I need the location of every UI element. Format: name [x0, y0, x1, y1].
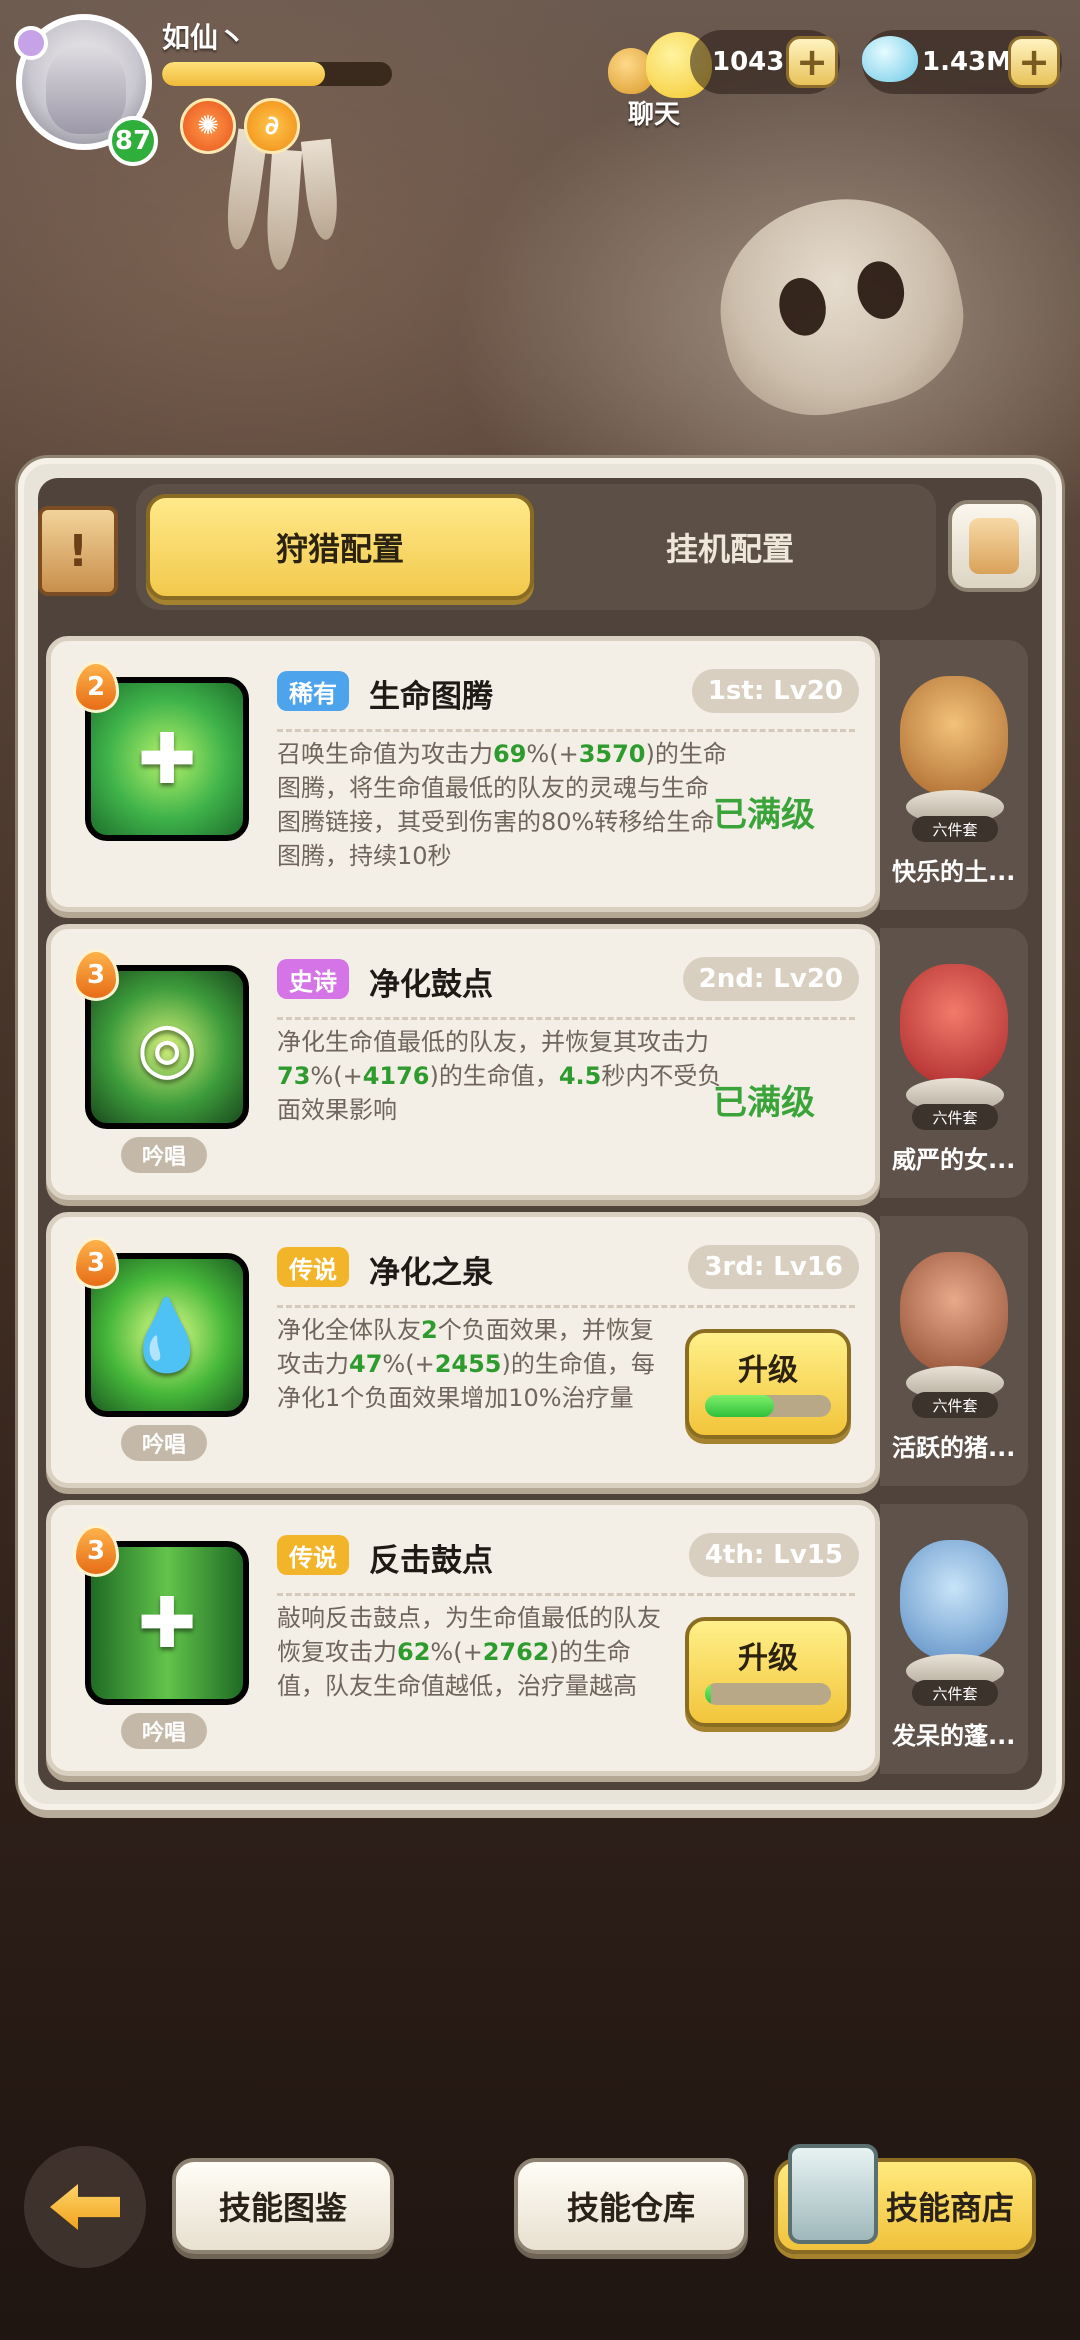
rarity-badge: 稀有 [277, 671, 349, 711]
skill-card[interactable]: ✚ 2 稀有 生命图腾 1st: Lv20 召唤生命值为攻击力69%(+3570… [46, 636, 880, 912]
pet-figure [900, 964, 1008, 1084]
pet-name: 威严的女... [892, 1146, 1016, 1174]
upgrade-button-label: 升级 [738, 1641, 798, 1676]
rarity-badge: 传说 [277, 1535, 349, 1575]
chant-tag: 吟唱 [121, 1713, 207, 1749]
chant-tag: 吟唱 [121, 1425, 207, 1461]
gem-counter: 1.43M + [862, 30, 1062, 94]
max-level-label: 已满级 [713, 795, 815, 835]
config-tabs: 狩猎配置 挂机配置 [136, 484, 936, 610]
tab-idle-config[interactable]: 挂机配置 [536, 494, 924, 600]
player-level-badge: 87 [108, 116, 158, 166]
gold-counter: 1043 + [690, 30, 840, 94]
pet-figure [900, 676, 1008, 796]
skill-shop-label: 技能商店 [885, 2189, 1014, 2227]
edit-config-button[interactable] [948, 500, 1040, 592]
buff-icon[interactable]: ✺ [180, 98, 236, 154]
skill-slot-level: 2nd: Lv20 [682, 957, 859, 1001]
set-tag: 六件套 [912, 1392, 998, 1418]
skill-name: 反击鼓点 [369, 1543, 493, 1579]
skill-name: 生命图腾 [369, 679, 493, 715]
skill-name: 净化之泉 [369, 1255, 493, 1291]
xp-bar-fill [162, 62, 326, 86]
upgrade-button[interactable]: 升级 [685, 1329, 851, 1439]
avatar-portrait [46, 44, 126, 134]
skill-slot-level: 4th: Lv15 [688, 1533, 859, 1577]
back-arrow-icon [50, 2184, 120, 2230]
player-name: 如仙丶 [162, 21, 247, 54]
max-level-label: 已满级 [713, 1083, 815, 1123]
tab-hunting-config[interactable]: 狩猎配置 [146, 494, 534, 600]
skill-warehouse-button[interactable]: 技能仓库 [514, 2158, 748, 2254]
add-gem-button[interactable]: + [1008, 36, 1060, 88]
pet-slot[interactable]: 六件套 威严的女... [880, 928, 1028, 1198]
rarity-badge: 传说 [277, 1247, 349, 1287]
divider [277, 1593, 855, 1596]
pet-slot[interactable]: 六件套 活跃的猪... [880, 1216, 1028, 1486]
skill-star-badge: 2 [73, 661, 119, 713]
divider [277, 729, 855, 732]
divider [277, 1305, 855, 1308]
chat-label: 聊天 [628, 100, 681, 130]
upgrade-progress-bar [705, 1395, 831, 1417]
set-tag: 六件套 [912, 816, 998, 842]
player-avatar[interactable]: 87 [14, 14, 158, 166]
skill-card[interactable]: ◎ 3 吟唱 史诗 净化鼓点 2nd: Lv20 净化生命值最低的队友，并恢复其… [46, 924, 880, 1200]
skill-slot-level: 1st: Lv20 [691, 669, 859, 713]
upgrade-progress-bar [705, 1683, 831, 1705]
add-gold-button[interactable]: + [786, 36, 838, 88]
pet-figure [900, 1252, 1008, 1372]
skill-slot-level: 3rd: Lv16 [688, 1245, 859, 1289]
gem-value: 1.43M [922, 47, 1013, 77]
skill-shop-button[interactable]: 技能商店 [774, 2144, 1036, 2254]
pet-name: 活跃的猪... [892, 1434, 1016, 1462]
skill-description: 净化生命值最低的队友，并恢复其攻击力73%(+4176)的生命值，4.5秒内不受… [277, 1028, 722, 1124]
upgrade-button-label: 升级 [738, 1353, 798, 1388]
gem-icon [862, 36, 918, 82]
upgrade-button[interactable]: 升级 [685, 1617, 851, 1727]
buff-icon[interactable]: ∂ [244, 98, 300, 154]
skill-star-badge: 3 [73, 1525, 119, 1577]
skill-description: 敲响反击鼓点，为生命值最低的队友恢复攻击力62%(+2762)的生命值，队友生命… [277, 1604, 661, 1700]
upgrade-progress-fill [705, 1683, 712, 1705]
skill-description: 净化全体队友2个负面效果，并恢复攻击力47%(+2455)的生命值，每净化1个负… [277, 1316, 655, 1412]
chant-tag: 吟唱 [121, 1137, 207, 1173]
rarity-badge: 史诗 [277, 959, 349, 999]
skill-catalog-button[interactable]: 技能图鉴 [172, 2158, 394, 2254]
skill-star-badge: 3 [73, 1237, 119, 1289]
skill-description: 召唤生命值为攻击力69%(+3570)的生命图腾，将生命值最低的队友的灵魂与生命… [277, 740, 727, 870]
set-tag: 六件套 [912, 1680, 998, 1706]
scroll-icon[interactable]: ! [38, 506, 118, 596]
skill-name: 净化鼓点 [369, 967, 493, 1003]
gold-value: 1043 [712, 47, 785, 77]
pet-slot[interactable]: 六件套 快乐的土... [880, 640, 1028, 910]
pet-name: 快乐的土... [892, 858, 1016, 886]
skill-card[interactable]: 💧 3 吟唱 传说 净化之泉 3rd: Lv16 净化全体队友2个负面效果，并恢… [46, 1212, 880, 1488]
pet-name: 发呆的蓬... [892, 1722, 1016, 1750]
set-tag: 六件套 [912, 1104, 998, 1130]
pet-slot[interactable]: 六件套 发呆的蓬... [880, 1504, 1028, 1774]
upgrade-progress-fill [705, 1395, 775, 1417]
avatar-status-dot [14, 26, 48, 60]
hand-pointer-icon [969, 518, 1019, 574]
xp-bar [162, 62, 392, 86]
shop-icon [788, 2144, 878, 2244]
divider [277, 1017, 855, 1020]
skill-card[interactable]: ✚ 3 吟唱 传说 反击鼓点 4th: Lv15 敲响反击鼓点，为生命值最低的队… [46, 1500, 880, 1776]
back-button[interactable] [24, 2146, 146, 2268]
skill-star-badge: 3 [73, 949, 119, 1001]
pet-figure [900, 1540, 1008, 1660]
